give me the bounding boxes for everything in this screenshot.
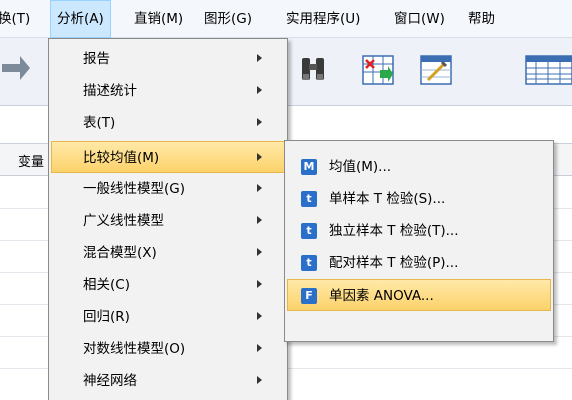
submenu-item-one-sample-t-test[interactable]: t 单样本 T 检验(S)... bbox=[285, 183, 553, 215]
menu-item-label: 比较均值(M) bbox=[83, 150, 160, 166]
menu-item-label: 相关(C) bbox=[83, 277, 130, 293]
submenu-item-label: 单因素 ANOVA... bbox=[329, 288, 434, 304]
menu-item-correlate[interactable]: 相关(C) bbox=[49, 269, 287, 301]
submenu-arrow-icon bbox=[257, 280, 262, 288]
menu-item-descriptive-statistics[interactable]: 描述统计 bbox=[49, 75, 287, 107]
menu-item-general-linear-model[interactable]: 一般线性模型(G) bbox=[49, 173, 287, 205]
submenu-item-one-way-anova[interactable]: F 单因素 ANOVA... bbox=[287, 279, 551, 311]
compare-means-submenu: M 均值(M)... t 单样本 T 检验(S)... t 独立样本 T 检验(… bbox=[284, 140, 554, 342]
analyze-menu: 报告 描述统计 表(T) 比较均值(M) 一般线性模型(G) 广义线性模型 混合… bbox=[48, 38, 288, 400]
submenu-item-means[interactable]: M 均值(M)... bbox=[285, 151, 553, 183]
menu-item-generalized-linear-models[interactable]: 广义线性模型 bbox=[49, 205, 287, 237]
submenu-arrow-icon bbox=[257, 344, 262, 352]
menu-item-label: 混合模型(X) bbox=[83, 245, 157, 261]
insert-variable-icon[interactable] bbox=[418, 52, 454, 88]
menu-item-mixed-models[interactable]: 混合模型(X) bbox=[49, 237, 287, 269]
submenu-item-independent-samples-t-test[interactable]: t 独立样本 T 检验(T)... bbox=[285, 215, 553, 247]
variable-column-header[interactable]: 变量 bbox=[18, 151, 44, 170]
menu-transform[interactable]: 换(T) bbox=[0, 0, 36, 38]
independent-t-icon: t bbox=[301, 223, 317, 239]
redo-icon[interactable] bbox=[0, 52, 36, 88]
menu-item-label: 报告 bbox=[83, 51, 110, 67]
menu-utilities[interactable]: 实用程序(U) bbox=[280, 0, 366, 38]
menu-item-compare-means[interactable]: 比较均值(M) bbox=[51, 141, 285, 173]
menu-help[interactable]: 帮助 bbox=[462, 0, 501, 38]
menu-item-label: 对数线性模型(O) bbox=[83, 341, 186, 357]
submenu-arrow-icon bbox=[257, 54, 262, 62]
means-icon: M bbox=[301, 159, 317, 175]
submenu-item-label: 配对样本 T 检验(P)... bbox=[329, 255, 459, 271]
split-file-icon[interactable] bbox=[522, 52, 572, 88]
one-sample-t-icon: t bbox=[301, 191, 317, 207]
menu-bar: 换(T) 分析(A) 直销(M) 图形(G) 实用程序(U) 窗口(W) 帮助 bbox=[0, 0, 572, 38]
menu-window[interactable]: 窗口(W) bbox=[388, 0, 451, 38]
submenu-arrow-icon bbox=[257, 216, 262, 224]
submenu-arrow-icon bbox=[257, 86, 262, 94]
insert-cases-icon[interactable] bbox=[360, 52, 396, 88]
submenu-arrow-icon bbox=[257, 118, 262, 126]
menu-graphs[interactable]: 图形(G) bbox=[198, 0, 258, 38]
submenu-item-label: 独立样本 T 检验(T)... bbox=[329, 223, 459, 239]
menu-item-loglinear[interactable]: 对数线性模型(O) bbox=[49, 333, 287, 365]
menu-item-label: 表(T) bbox=[83, 115, 116, 131]
submenu-arrow-icon bbox=[257, 248, 262, 256]
menu-item-label: 回归(R) bbox=[83, 309, 130, 325]
submenu-arrow-icon bbox=[257, 184, 262, 192]
submenu-arrow-icon bbox=[257, 312, 262, 320]
submenu-arrow-icon bbox=[257, 153, 262, 161]
paired-t-icon: t bbox=[301, 255, 317, 271]
submenu-item-label: 均值(M)... bbox=[329, 159, 392, 175]
menu-item-label: 一般线性模型(G) bbox=[83, 181, 185, 197]
submenu-arrow-icon bbox=[257, 376, 262, 384]
menu-item-label: 广义线性模型 bbox=[83, 213, 164, 229]
menu-item-reports[interactable]: 报告 bbox=[49, 43, 287, 75]
submenu-item-paired-samples-t-test[interactable]: t 配对样本 T 检验(P)... bbox=[285, 247, 553, 279]
submenu-item-label: 单样本 T 检验(S)... bbox=[329, 191, 446, 207]
menu-item-label: 神经网络 bbox=[83, 373, 137, 389]
menu-analyze[interactable]: 分析(A) bbox=[50, 0, 111, 38]
find-binoculars-icon[interactable] bbox=[296, 52, 332, 88]
one-way-anova-icon: F bbox=[301, 288, 317, 304]
menu-direct-marketing[interactable]: 直销(M) bbox=[128, 0, 189, 38]
menu-item-tables[interactable]: 表(T) bbox=[49, 107, 287, 139]
menu-item-regression[interactable]: 回归(R) bbox=[49, 301, 287, 333]
menu-item-label: 描述统计 bbox=[83, 83, 137, 99]
menu-item-neural-networks[interactable]: 神经网络 bbox=[49, 365, 287, 397]
